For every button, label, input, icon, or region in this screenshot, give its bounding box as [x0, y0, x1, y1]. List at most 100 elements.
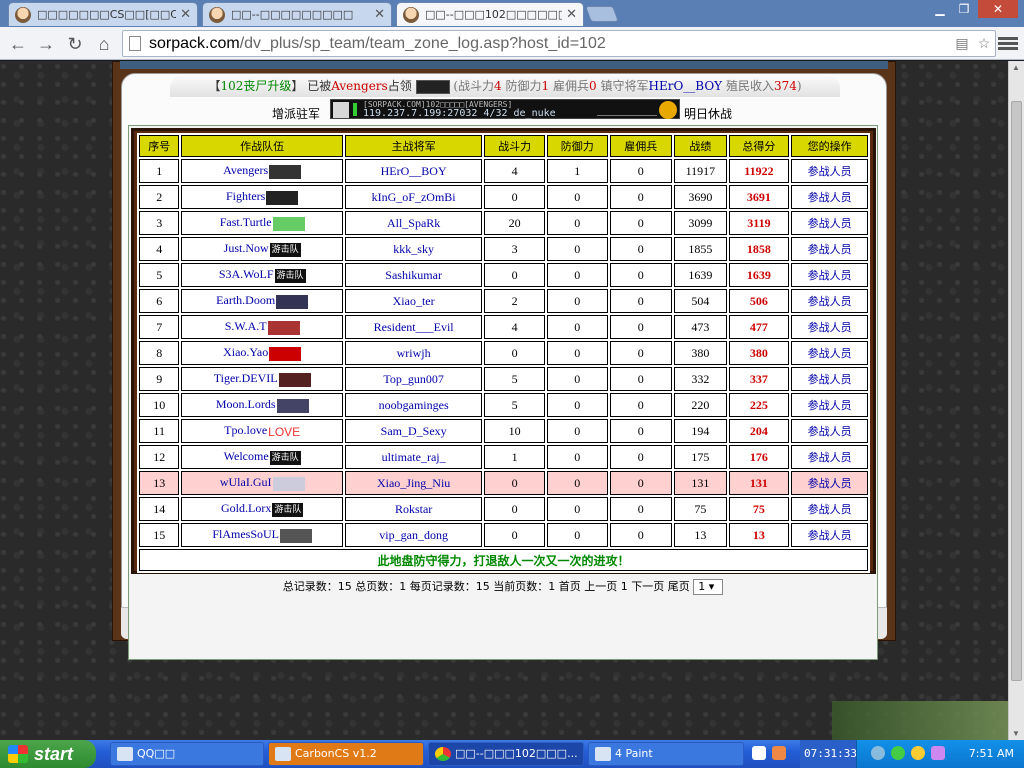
task-carboncs[interactable]: CarbonCS v1.2: [268, 742, 424, 766]
server-banner[interactable]: [SORPACK.COM]102□□□□□[AVENGERS] 119.237.…: [330, 99, 680, 119]
team-logo-icon: [269, 346, 302, 361]
tab-2[interactable]: □□--□□□□□□□□□ ✕: [202, 2, 392, 26]
tray-icon-4[interactable]: [931, 746, 945, 760]
vertical-scrollbar[interactable]: ▲ ▼: [1008, 61, 1024, 740]
task-chrome[interactable]: □□--□□□102□□□...: [428, 742, 584, 766]
back-icon[interactable]: ←: [6, 32, 30, 56]
start-button[interactable]: start: [0, 740, 96, 768]
cell-team[interactable]: Earth.Doom: [181, 289, 343, 313]
cell-op[interactable]: 参战人员: [791, 523, 868, 547]
op-text: 参战人员: [807, 477, 852, 490]
help-icon[interactable]: [752, 746, 766, 760]
def-text: 0: [574, 397, 581, 412]
cell-team[interactable]: Avengers: [181, 159, 343, 183]
cell-op[interactable]: 参战人员: [791, 367, 868, 391]
zone-name[interactable]: 102丧尸升级: [220, 79, 291, 93]
cell-op[interactable]: 参战人员: [791, 341, 868, 365]
cell-def: 0: [546, 263, 608, 287]
cell-team[interactable]: Xiao.Yao: [181, 341, 343, 365]
tray-icon-1[interactable]: [871, 746, 885, 760]
cell-power: 10: [484, 419, 545, 443]
close-icon[interactable]: ✕: [566, 7, 577, 22]
cell-team[interactable]: Tiger.DEVIL: [181, 367, 343, 391]
address-bar[interactable]: sorpack.com/dv_plus/sp_team/team_zone_lo…: [122, 30, 996, 57]
taken-suffix: 占领: [387, 79, 412, 93]
cell-op[interactable]: 参战人员: [791, 393, 868, 417]
restore-icon[interactable]: ❐: [952, 0, 976, 18]
task-label: CarbonCS v1.2: [295, 747, 377, 760]
no-text: 1: [156, 163, 163, 178]
table-row: 11 Tpo.loveLOVE Sam_D_Sexy 10 0 0 194 204 参战人员: [139, 419, 868, 443]
cell-no: 4: [139, 237, 180, 261]
cell-op[interactable]: 参战人员: [791, 185, 868, 209]
cell-no: 15: [139, 523, 180, 547]
task-qq[interactable]: QQ□□: [110, 742, 264, 766]
cell-op[interactable]: 参战人员: [791, 419, 868, 443]
window-close-icon[interactable]: ✕: [978, 0, 1018, 18]
cell-team[interactable]: Fast.Turtle: [181, 211, 343, 235]
record-text: 504: [691, 293, 710, 308]
cell-op[interactable]: 参战人员: [791, 497, 868, 521]
tray-icon-2[interactable]: [891, 746, 905, 760]
menu-icon[interactable]: [998, 35, 1018, 55]
record-text: 380: [691, 345, 710, 360]
tray-icon-3[interactable]: [911, 746, 925, 760]
tray-app-icon[interactable]: [772, 746, 786, 760]
new-tab-button[interactable]: [585, 6, 619, 22]
ceasefire-link[interactable]: 明日休战: [684, 105, 1008, 127]
cell-no: 7: [139, 315, 180, 339]
close-icon[interactable]: ✕: [180, 7, 191, 22]
cell-op[interactable]: 参战人员: [791, 159, 868, 183]
home-icon[interactable]: ⌂: [92, 32, 116, 56]
cell-op[interactable]: 参战人员: [791, 289, 868, 313]
reload-icon[interactable]: ↻: [63, 32, 87, 56]
cell-team[interactable]: S3A.WoLF 游击队: [181, 263, 343, 287]
general-text: Rokstar: [394, 501, 433, 516]
pagination: 总记录数：15 总页数：1 每页记录数：15 当前页数：1 首页 上一页 1 下…: [128, 577, 878, 597]
cell-op[interactable]: 参战人员: [791, 445, 868, 469]
windows-logo-icon: [8, 745, 28, 763]
col-score: 总得分: [728, 135, 790, 157]
cell-merc: 0: [609, 393, 673, 417]
cell-score: 75: [728, 497, 790, 521]
occupier-team[interactable]: Avengers: [331, 79, 387, 93]
cell-op[interactable]: 参战人员: [791, 211, 868, 235]
forward-icon[interactable]: →: [34, 32, 58, 56]
cell-team[interactable]: wUlaI.GuI: [181, 471, 343, 495]
page-select[interactable]: 1 ▾: [693, 579, 724, 595]
cell-team[interactable]: S.W.A.T: [181, 315, 343, 339]
cell-power: 0: [484, 263, 545, 287]
cell-op[interactable]: 参战人员: [791, 315, 868, 339]
team-text: Xiao.Yao: [223, 345, 269, 360]
general-name: HErO__BOY: [648, 79, 723, 93]
close-icon[interactable]: ✕: [374, 7, 385, 22]
cell-team[interactable]: Gold.Lorx 游击队: [181, 497, 343, 521]
general-text: HErO__BOY: [380, 163, 447, 178]
cell-team[interactable]: Welcome 游击队: [181, 445, 343, 469]
cell-op[interactable]: 参战人员: [791, 237, 868, 261]
tab-title: □□--□□□102□□□□□□: [425, 8, 563, 21]
tab-1[interactable]: □□□□□□□CS□□[□□C ✕: [8, 2, 198, 26]
cell-team[interactable]: FlAmesSoUL: [181, 523, 343, 547]
task-paint[interactable]: 4 Paint: [588, 742, 744, 766]
bookmark-star-icon[interactable]: ☆: [973, 35, 995, 52]
cell-team[interactable]: Just.Now 游击队: [181, 237, 343, 261]
tab-3-active[interactable]: □□--□□□102□□□□□□ ✕: [396, 2, 584, 26]
url-text[interactable]: sorpack.com/dv_plus/sp_team/team_zone_lo…: [149, 35, 951, 53]
power-text: 4: [511, 163, 518, 178]
cell-team[interactable]: Moon.Lords: [181, 393, 343, 417]
cell-record: 504: [674, 289, 727, 313]
scroll-thumb[interactable]: [1011, 101, 1022, 681]
scroll-down-icon[interactable]: ▼: [1012, 729, 1020, 738]
minimize-icon[interactable]: ▁: [928, 0, 952, 18]
task-label: □□--□□□102□□□...: [455, 747, 578, 760]
cell-op[interactable]: 参战人员: [791, 263, 868, 287]
cell-team[interactable]: Fighters: [181, 185, 343, 209]
def-text: 0: [574, 423, 581, 438]
translate-icon[interactable]: ▤: [951, 35, 973, 52]
cell-record: 1639: [674, 263, 727, 287]
power-text: 0: [511, 345, 518, 360]
cell-team[interactable]: Tpo.loveLOVE: [181, 419, 343, 443]
cell-op[interactable]: 参战人员: [791, 471, 868, 495]
scroll-up-icon[interactable]: ▲: [1012, 63, 1020, 72]
